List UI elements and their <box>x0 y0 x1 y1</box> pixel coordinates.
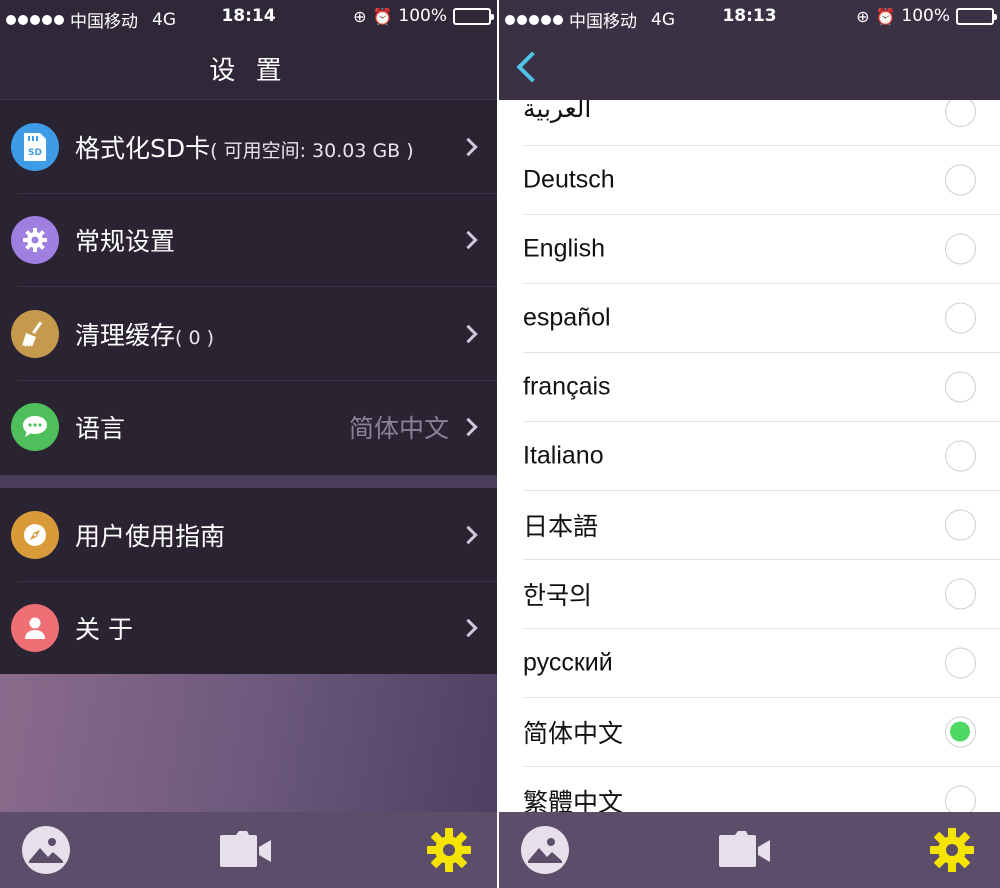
section-separator <box>0 475 497 488</box>
row-user-guide[interactable]: 用户使用指南 <box>0 488 497 582</box>
tab-gallery[interactable] <box>20 824 72 876</box>
language-name: Italiano <box>523 441 604 470</box>
back-chevron-icon[interactable] <box>511 48 545 86</box>
status-bar: 中国移动 4G 18:14 ⊕ ⏰ 100% <box>0 0 497 34</box>
language-name: 繁體中文 <box>523 789 624 812</box>
rotation-lock-icon: ⊕ <box>353 6 367 26</box>
language-option[interactable]: français <box>523 353 1000 422</box>
language-name: Deutsch <box>523 165 615 194</box>
radio-button[interactable] <box>945 440 976 472</box>
language-name: español <box>523 303 611 332</box>
language-option[interactable]: English <box>523 215 1000 284</box>
language-option[interactable]: русский <box>523 629 1000 698</box>
row-language[interactable]: 语言 简体中文 <box>0 381 497 475</box>
chevron-right-icon <box>459 137 478 156</box>
tab-bar <box>499 812 1000 888</box>
radio-button[interactable] <box>945 578 976 610</box>
status-right: ⊕ ⏰ 100% <box>353 6 494 26</box>
settings-gear-icon <box>930 828 974 872</box>
settings-group-info: 用户使用指南 关 于 <box>0 488 497 674</box>
svg-text:SD: SD <box>28 148 42 158</box>
current-language-value: 简体中文 <box>348 414 449 444</box>
chevron-right-icon <box>459 418 478 437</box>
language-name: 简体中文 <box>523 720 624 748</box>
radio-button[interactable] <box>945 647 976 679</box>
language-option[interactable]: العربية <box>523 100 1000 146</box>
radio-button[interactable] <box>945 509 976 541</box>
radio-button[interactable] <box>945 100 976 127</box>
settings-gear-icon <box>427 828 471 872</box>
nav-bar <box>499 34 1000 100</box>
language-list: العربية Deutsch English español français… <box>499 100 1000 812</box>
broom-icon <box>11 309 59 358</box>
row-clear-cache[interactable]: 清理缓存( 0 ) <box>0 287 497 381</box>
page-title: 设 置 <box>209 56 288 86</box>
row-label: 格式化SD卡( 可用空间: 30.03 GB ) <box>75 133 414 163</box>
tab-video[interactable] <box>719 824 771 876</box>
radio-button[interactable] <box>945 233 976 265</box>
language-option[interactable]: Deutsch <box>523 146 1000 215</box>
row-label: 语言 <box>75 414 126 444</box>
row-format-sd[interactable]: SD 格式化SD卡( 可用空间: 30.03 GB ) <box>0 100 497 194</box>
photo-gallery-icon <box>22 826 70 874</box>
sd-card-icon: SD <box>11 122 59 171</box>
language-option[interactable]: 한국의 <box>523 560 1000 629</box>
video-camera-icon <box>220 831 271 867</box>
chevron-right-icon <box>459 525 478 544</box>
row-label: 常规设置 <box>75 227 176 257</box>
settings-screen: 中国移动 4G 18:14 ⊕ ⏰ 100% 设 置 SD 格式化SD卡( 可用… <box>0 0 497 888</box>
alarm-icon: ⏰ <box>875 6 896 26</box>
language-name: 日本語 <box>523 513 599 541</box>
tab-gallery[interactable] <box>519 824 571 876</box>
language-name: English <box>523 234 605 263</box>
language-screen: 中国移动 4G 18:13 ⊕ ⏰ 100% العربية Deutsch E… <box>499 0 1000 888</box>
battery-percent: 100% <box>398 6 447 26</box>
photo-gallery-icon <box>521 826 569 874</box>
language-name: العربية <box>523 100 592 123</box>
nav-bar: 设 置 <box>0 34 497 100</box>
language-option[interactable]: Italiano <box>523 422 1000 491</box>
radio-button[interactable] <box>945 371 976 403</box>
radio-button[interactable] <box>945 302 976 334</box>
video-camera-icon <box>719 831 770 867</box>
compass-icon <box>11 510 59 559</box>
tab-settings[interactable] <box>423 824 475 876</box>
row-about[interactable]: 关 于 <box>0 582 497 676</box>
radio-button-selected[interactable] <box>945 716 976 748</box>
row-general-settings[interactable]: 常规设置 <box>0 194 497 287</box>
gear-icon <box>11 216 59 265</box>
status-bar: 中国移动 4G 18:13 ⊕ ⏰ 100% <box>499 0 1000 34</box>
tab-bar <box>0 812 497 888</box>
chat-bubble-icon <box>11 403 59 452</box>
radio-button[interactable] <box>945 785 976 812</box>
language-name: русский <box>523 648 613 677</box>
background-area <box>0 674 497 812</box>
language-option-selected[interactable]: 简体中文 <box>523 698 1000 767</box>
person-icon <box>11 604 59 653</box>
language-name: 한국의 <box>523 582 593 610</box>
language-option[interactable]: español <box>523 284 1000 353</box>
language-option[interactable]: 繁體中文 <box>523 767 1000 812</box>
status-right: ⊕ ⏰ 100% <box>856 6 997 26</box>
rotation-lock-icon: ⊕ <box>856 6 870 26</box>
chevron-right-icon <box>459 324 478 343</box>
row-label: 关 于 <box>75 615 133 645</box>
settings-group-main: SD 格式化SD卡( 可用空间: 30.03 GB ) 常规设置 清理缓存( 0… <box>0 100 497 475</box>
alarm-icon: ⏰ <box>372 6 393 26</box>
row-label: 清理缓存( 0 ) <box>75 320 215 350</box>
battery-icon <box>956 7 997 25</box>
chevron-right-icon <box>459 231 478 250</box>
row-label: 用户使用指南 <box>75 521 226 551</box>
battery-icon <box>453 7 494 25</box>
radio-button[interactable] <box>945 164 976 196</box>
chevron-right-icon <box>459 619 478 638</box>
battery-percent: 100% <box>901 6 950 26</box>
tab-video[interactable] <box>220 824 272 876</box>
tab-settings[interactable] <box>926 824 978 876</box>
language-option[interactable]: 日本語 <box>523 491 1000 560</box>
language-name: français <box>523 372 611 401</box>
